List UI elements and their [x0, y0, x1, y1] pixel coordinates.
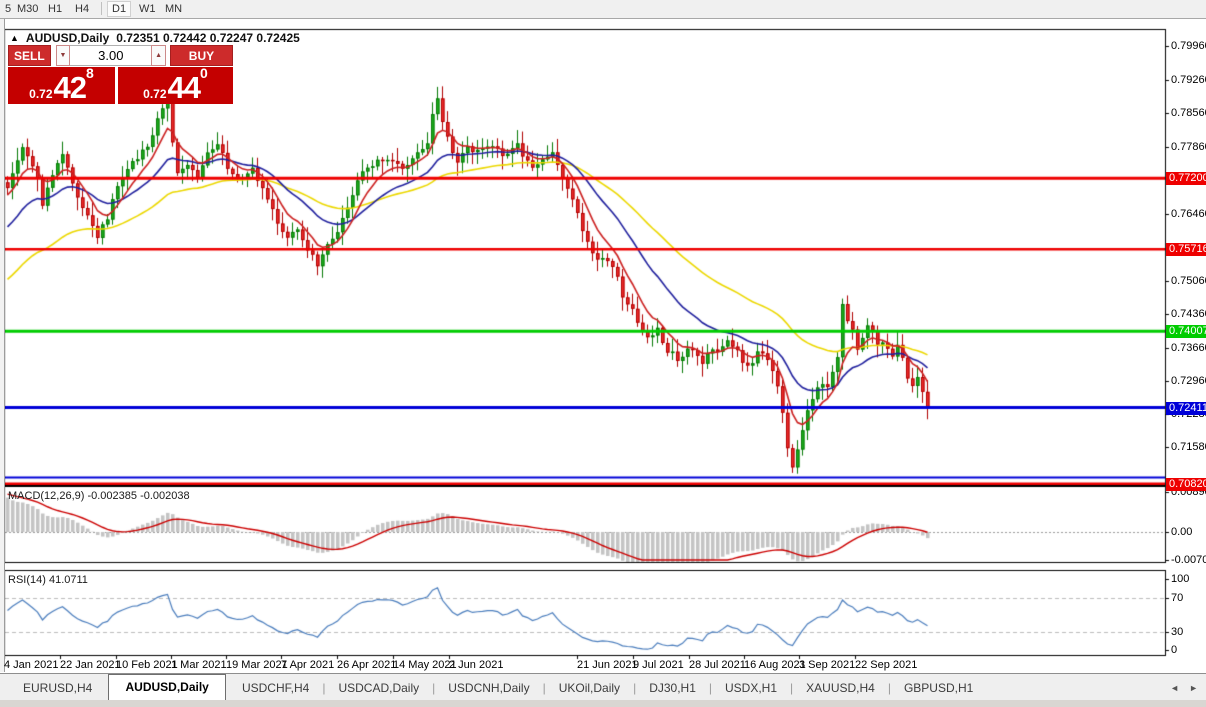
time-axis-tick: 22 Jan 2021	[60, 659, 121, 671]
price-level-badge: 0.77200	[1166, 172, 1206, 185]
timeframe-button-mn[interactable]: MN	[162, 1, 185, 17]
time-axis-tick: 2 Jun 2021	[449, 659, 503, 671]
price-axis-tick: 0.79260	[1171, 74, 1206, 87]
time-axis-tick: 19 Mar 2021	[226, 659, 288, 671]
tab-eurusd-h4[interactable]: EURUSD,H4	[10, 676, 105, 701]
time-axis-tick: 22 Sep 2021	[855, 659, 917, 671]
rsi-axis-tick: 100	[1171, 573, 1189, 586]
sell-price-box[interactable]: 0.72 42 8	[8, 67, 115, 104]
window-left-edge	[0, 19, 5, 672]
price-level-badge: 0.75716	[1166, 243, 1206, 256]
timeframe-button-w1[interactable]: W1	[136, 1, 159, 17]
time-axis-tick: 26 Apr 2021	[337, 659, 396, 671]
time-axis-tick: 28 Jul 2021	[689, 659, 746, 671]
symbol-period-label: AUDUSD,Daily	[26, 31, 109, 45]
chart-header: ▲ AUDUSD,Daily 0.72351 0.72442 0.72247 0…	[10, 31, 300, 45]
time-axis-tick: 16 Aug 2021	[744, 659, 806, 671]
sell-button[interactable]: SELL	[8, 45, 51, 66]
tab-usdcnh-daily[interactable]: USDCNH,Daily	[435, 676, 542, 701]
price-axis-tick: 0.75060	[1171, 275, 1206, 288]
price-axis-tick: 0.79960	[1171, 40, 1206, 53]
tab-scroll-right-icon[interactable]: ►	[1189, 683, 1198, 693]
toolbar-separator	[101, 2, 102, 15]
price-axis-tick: 0.71580	[1171, 441, 1206, 454]
volume-decrease-button[interactable]: ▼	[56, 45, 71, 66]
tab-audusd-daily[interactable]: AUDUSD,Daily	[108, 674, 225, 701]
buy-price-sup: 0	[200, 67, 208, 79]
one-click-collapse-icon[interactable]: ▲	[10, 33, 19, 43]
price-level-badge: 0.72411	[1166, 402, 1206, 415]
macd-indicator-label: MACD(12,26,9) -0.002385 -0.002038	[8, 490, 190, 502]
tab-usdchf-h4[interactable]: USDCHF,H4	[229, 676, 322, 701]
rsi-indicator-label: RSI(14) 41.0711	[8, 574, 88, 586]
price-axis-tick: 0.77860	[1171, 141, 1206, 154]
time-axis-tick: 10 Feb 2021	[116, 659, 178, 671]
time-axis-tick: 4 Jan 2021	[4, 659, 58, 671]
tab-scroll-arrows: ◄ ►	[1170, 683, 1198, 693]
buy-price-big: 44	[168, 74, 200, 102]
time-axis-tick: 3 Sep 2021	[799, 659, 855, 671]
sell-price-sup: 8	[86, 67, 94, 79]
timeframe-button-m30[interactable]: M30	[14, 1, 41, 17]
rsi-axis-tick: 70	[1171, 592, 1183, 605]
tab-usdx-h1[interactable]: USDX,H1	[712, 676, 790, 701]
macd-axis-tick: -0.00701	[1171, 554, 1206, 567]
time-axis-tick: 7 Apr 2021	[281, 659, 334, 671]
one-click-trading-panel: SELL ▼ ▲ BUY 0.72 42 8 0.72 44 0	[8, 45, 233, 104]
sell-price-big: 42	[54, 74, 86, 102]
timeframe-button-h1[interactable]: H1	[45, 1, 65, 17]
tab-dj30-h1[interactable]: DJ30,H1	[636, 676, 709, 701]
rsi-axis-tick: 30	[1171, 626, 1183, 639]
time-axis-tick: 21 Jun 2021	[577, 659, 638, 671]
price-axis-tick: 0.74360	[1171, 308, 1206, 321]
buy-price-box[interactable]: 0.72 44 0	[118, 67, 233, 104]
time-axis-tick: 14 May 2021	[393, 659, 457, 671]
price-axis-tick: 0.78560	[1171, 107, 1206, 120]
timeframe-button-5[interactable]: 5	[2, 1, 14, 17]
tab-xauusd-h4[interactable]: XAUUSD,H4	[793, 676, 888, 701]
rsi-axis-tick: 0	[1171, 644, 1177, 657]
time-axis-tick: 1 Mar 2021	[171, 659, 227, 671]
volume-increase-button[interactable]: ▲	[151, 45, 166, 66]
price-level-badge: 0.74007	[1166, 325, 1206, 338]
tab-usdcad-daily[interactable]: USDCAD,Daily	[325, 676, 432, 701]
symbol-tab-bar: EURUSD,H4|AUDUSD,Daily|USDCHF,H4|USDCAD,…	[0, 673, 1206, 701]
tab-ukoil-daily[interactable]: UKOil,Daily	[546, 676, 633, 701]
price-axis-tick: 0.76460	[1171, 208, 1206, 221]
timeframe-toolbar: 5M30H1 H4 D1 W1MN	[0, 0, 1206, 19]
status-strip	[0, 700, 1206, 707]
buy-price-prefix: 0.72	[143, 86, 166, 102]
sell-price-prefix: 0.72	[29, 86, 52, 102]
tab-scroll-left-icon[interactable]: ◄	[1170, 683, 1179, 693]
buy-button[interactable]: BUY	[170, 45, 233, 66]
price-axis-tick: 0.73660	[1171, 342, 1206, 355]
time-axis-tick: 9 Jul 2021	[633, 659, 684, 671]
timeframe-button-h4[interactable]: H4	[72, 1, 92, 17]
tab-gbpusd-h1[interactable]: GBPUSD,H1	[891, 676, 986, 701]
price-level-badge: 0.70820	[1166, 478, 1206, 491]
timeframe-button-d1[interactable]: D1	[107, 1, 131, 17]
ohlc-values: 0.72351 0.72442 0.72247 0.72425	[116, 31, 300, 45]
price-axis-tick: 0.72960	[1171, 375, 1206, 388]
volume-input[interactable]	[70, 45, 151, 66]
macd-axis-tick: 0.00	[1171, 526, 1192, 539]
